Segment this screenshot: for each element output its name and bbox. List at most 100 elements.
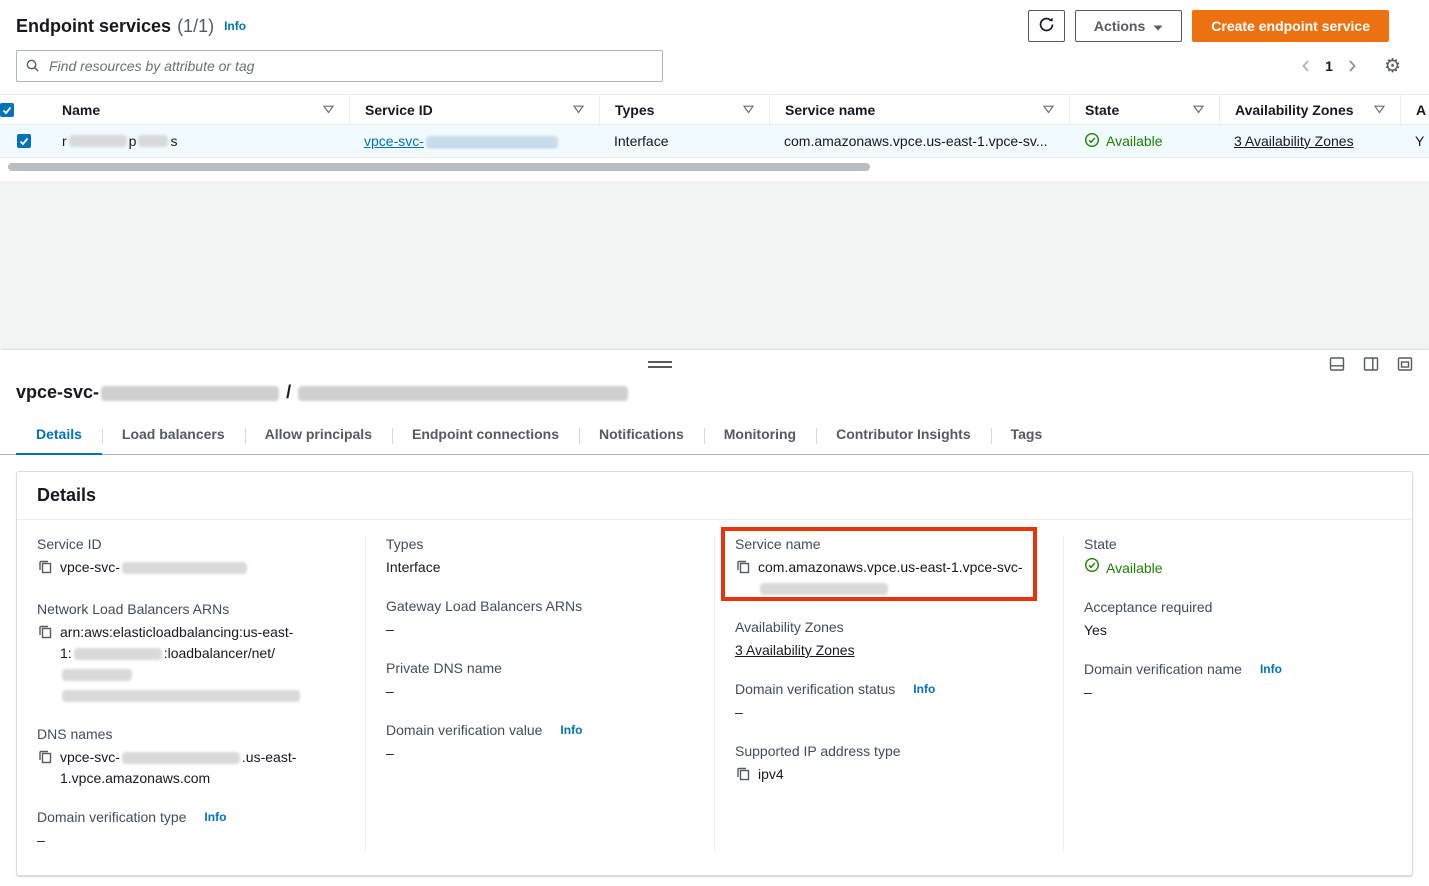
field-state: State Available — [1084, 536, 1392, 579]
details-column-3: Service name com.amazonaws.vpce.us-east-… — [714, 536, 1063, 851]
field-value: – — [386, 681, 394, 702]
info-link[interactable]: Info — [560, 723, 582, 737]
info-link[interactable]: Info — [224, 19, 246, 33]
copy-icon[interactable] — [37, 624, 53, 646]
panel-side-layout-icon[interactable] — [1363, 356, 1379, 372]
select-all-checkbox[interactable] — [0, 103, 14, 117]
table-row[interactable]: rps vpce-svc- Interface com.amazonaws.vp… — [0, 125, 1429, 158]
field-dns-names: DNS names vpce-svc-.us-east-1.vpce.amazo… — [37, 726, 345, 789]
field-label: Gateway Load Balancers ARNs — [386, 598, 694, 614]
service-name-value: com.amazonaws.vpce.us-east-1.vpce-svc- — [758, 557, 1023, 599]
column-header-service-id[interactable]: Service ID — [349, 95, 599, 124]
search-input[interactable] — [16, 50, 663, 82]
column-header-state[interactable]: State — [1069, 95, 1219, 124]
redacted-text — [69, 135, 127, 147]
page-title: Endpoint services (1/1) — [16, 16, 214, 37]
ip-type-value: ipv4 — [758, 764, 784, 785]
tab-allow-principals[interactable]: Allow principals — [245, 417, 392, 455]
tab-notifications[interactable]: Notifications — [579, 417, 704, 455]
state-text: Available — [1106, 133, 1163, 149]
field-glb-arns: Gateway Load Balancers ARNs – — [386, 598, 694, 640]
tab-details[interactable]: Details — [16, 417, 102, 455]
state-text: Available — [1106, 558, 1163, 579]
row-select-cell — [0, 125, 47, 157]
filter-icon[interactable] — [573, 105, 584, 114]
previous-page-icon[interactable] — [1300, 59, 1311, 73]
redacted-text — [122, 562, 247, 574]
tab-endpoint-connections[interactable]: Endpoint connections — [392, 417, 579, 455]
tab-contributor-insights[interactable]: Contributor Insights — [816, 417, 991, 455]
column-header-acceptance[interactable]: A — [1400, 95, 1429, 124]
service-id-link[interactable]: vpce-svc- — [364, 133, 560, 149]
state-badge: Available — [1084, 557, 1163, 579]
detail-title-service-id: vpce-svc- — [16, 382, 99, 402]
row-name-fragment: s — [170, 133, 177, 149]
redacted-text — [122, 752, 240, 764]
refresh-button[interactable] — [1028, 10, 1065, 42]
column-header-acceptance-label: A — [1416, 102, 1426, 118]
row-acceptance-value: Y — [1415, 133, 1424, 149]
redacted-text — [74, 648, 162, 660]
row-checkbox[interactable] — [17, 134, 31, 148]
availability-zones-link[interactable]: 3 Availability Zones — [1234, 133, 1354, 149]
field-nlb-arns: Network Load Balancers ARNs arn:aws:elas… — [37, 601, 345, 706]
split-panel-header-row — [0, 350, 1429, 382]
detail-title-separator: / — [286, 382, 291, 402]
column-header-name-label: Name — [62, 102, 100, 118]
row-service-name-cell: com.amazonaws.vpce.us-east-1.vpce-sv... — [769, 125, 1069, 157]
split-panel-drag-handle[interactable] — [648, 361, 672, 371]
field-label: Network Load Balancers ARNs — [37, 601, 345, 617]
current-page-number[interactable]: 1 — [1325, 58, 1333, 74]
row-name-fragment: p — [129, 133, 137, 149]
filter-icon[interactable] — [1374, 105, 1385, 114]
copy-icon[interactable] — [735, 559, 751, 581]
settings-gear-icon[interactable]: ⚙ — [1384, 57, 1401, 76]
column-header-service-name[interactable]: Service name — [769, 95, 1069, 124]
column-header-types-label: Types — [615, 102, 654, 118]
copy-icon[interactable] — [735, 766, 751, 788]
info-link[interactable]: Info — [913, 682, 935, 696]
actions-button[interactable]: Actions — [1075, 10, 1182, 42]
tab-load-balancers[interactable]: Load balancers — [102, 417, 245, 455]
row-types-cell: Interface — [599, 125, 769, 157]
field-value: – — [1084, 682, 1092, 703]
column-header-name[interactable]: Name — [47, 95, 349, 124]
panel-detach-layout-icon[interactable] — [1397, 356, 1413, 372]
panel-bottom-layout-icon[interactable] — [1329, 356, 1345, 372]
info-link[interactable]: Info — [1260, 662, 1282, 676]
field-label: DNS names — [37, 726, 345, 742]
tab-tags[interactable]: Tags — [991, 417, 1063, 455]
row-service-id-cell: vpce-svc- — [349, 125, 599, 157]
column-header-availability-zones[interactable]: Availability Zones — [1219, 95, 1400, 124]
tab-monitoring[interactable]: Monitoring — [704, 417, 816, 455]
row-state-cell: Available — [1069, 125, 1219, 157]
info-link[interactable]: Info — [204, 810, 226, 824]
horizontal-scrollbar-thumb[interactable] — [8, 163, 870, 171]
search-icon — [25, 58, 40, 76]
column-header-types[interactable]: Types — [599, 95, 769, 124]
column-header-state-label: State — [1085, 102, 1119, 118]
copy-icon[interactable] — [37, 749, 53, 771]
filter-icon[interactable] — [1193, 105, 1204, 114]
dns-line1b: .us-east- — [242, 749, 296, 765]
field-value: – — [386, 743, 394, 764]
field-label: Domain verification value — [386, 722, 542, 738]
create-endpoint-service-button[interactable]: Create endpoint service — [1192, 10, 1389, 42]
check-circle-icon — [1084, 557, 1100, 579]
header-actions: Actions Create endpoint service — [1028, 10, 1413, 42]
availability-zones-link[interactable]: 3 Availability Zones — [735, 640, 855, 661]
filter-icon[interactable] — [1043, 105, 1054, 114]
details-card-heading: Details — [17, 472, 1412, 520]
detail-panel-tabs: Details Load balancers Allow principals … — [0, 417, 1429, 455]
next-page-icon[interactable] — [1347, 59, 1358, 73]
copy-icon[interactable] — [37, 559, 53, 581]
column-header-service-id-label: Service ID — [365, 102, 433, 118]
filter-icon[interactable] — [743, 105, 754, 114]
detail-split-panel: vpce-svc- / Details Load balancers Allow… — [0, 350, 1429, 886]
redacted-text — [62, 669, 132, 681]
row-service-name-value: com.amazonaws.vpce.us-east-1.vpce-sv... — [784, 133, 1048, 149]
filter-icon[interactable] — [323, 105, 334, 114]
field-value: – — [37, 830, 45, 851]
field-domain-verification-value: Domain verification value Info – — [386, 722, 694, 764]
field-label: Domain verification type — [37, 809, 186, 825]
